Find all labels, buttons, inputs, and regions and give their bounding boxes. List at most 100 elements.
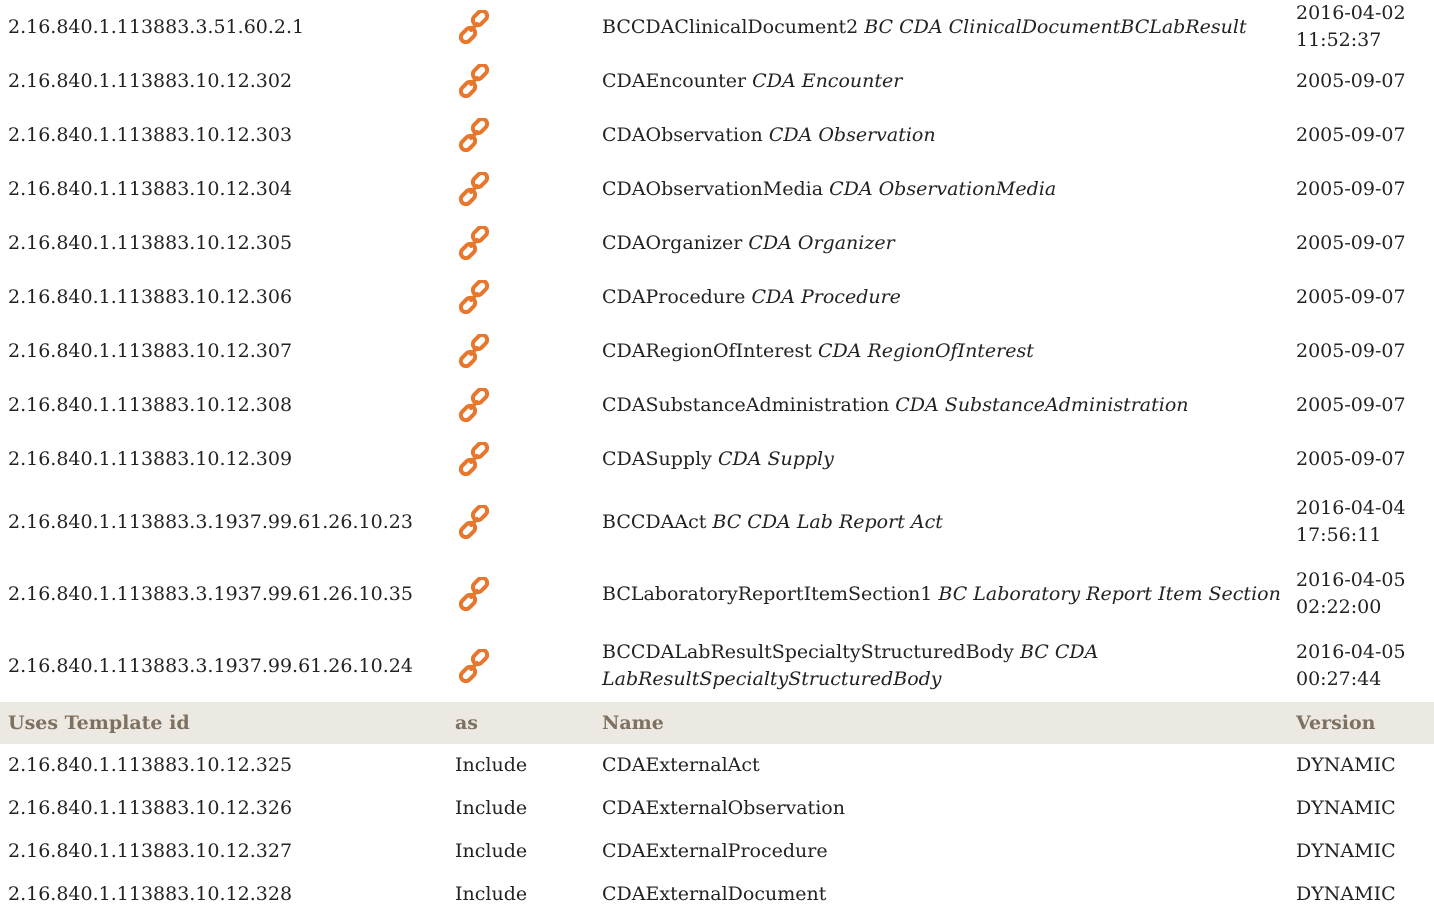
template-description: CDA Supply xyxy=(717,447,834,470)
template-name: BCLaboratoryReportItemSection1 BC Labora… xyxy=(594,558,1288,630)
template-description: BC CDA Lab Report Act xyxy=(712,510,943,533)
uses-version: DYNAMIC xyxy=(1296,840,1396,862)
chain-link-icon[interactable] xyxy=(457,172,491,206)
template-description: BC CDA ClinicalDocumentBCLabResult xyxy=(864,15,1247,38)
template-usage-table: 2.16.840.1.113883.3.51.60.2.1 BCCDAClini… xyxy=(0,0,1434,916)
template-date: 2005-09-07 xyxy=(1288,432,1434,486)
template-description: CDA Procedure xyxy=(751,285,901,308)
template-id: 2.16.840.1.113883.3.1937.99.61.26.10.35 xyxy=(8,582,413,605)
chain-link-icon[interactable] xyxy=(457,334,491,368)
template-effective-time: 00:27:44 xyxy=(1296,668,1382,690)
template-name: BCCDALabResultSpecialtyStructuredBody BC… xyxy=(594,630,1288,702)
template-name-label: BCLaboratoryReportItemSection1 xyxy=(602,582,933,605)
template-name-label: CDAProcedure xyxy=(602,285,746,308)
template-date: 2005-09-07 xyxy=(1288,108,1434,162)
template-id: 2.16.840.1.113883.10.12.303 xyxy=(8,123,293,146)
uses-name: CDAExternalDocument xyxy=(602,883,827,905)
table-row: 2.16.840.1.113883.10.12.306 CDAProcedure… xyxy=(0,270,1434,324)
template-id: 2.16.840.1.113883.10.12.305 xyxy=(8,231,293,254)
table-row: 2.16.840.1.113883.10.12.327 Include CDAE… xyxy=(0,830,1434,873)
chain-link-icon[interactable] xyxy=(457,649,491,683)
template-id: 2.16.840.1.113883.10.12.307 xyxy=(8,339,293,362)
template-description: CDA ObservationMedia xyxy=(829,177,1057,200)
uses-template-id: 2.16.840.1.113883.10.12.326 xyxy=(8,797,293,819)
template-id: 2.16.840.1.113883.10.12.309 xyxy=(8,447,293,470)
template-name: CDAObservationMedia CDA ObservationMedia xyxy=(594,162,1288,216)
template-date: 2005-09-07 xyxy=(1288,54,1434,108)
chain-link-icon[interactable] xyxy=(457,280,491,314)
template-date: 2016-04-05 02:22:00 xyxy=(1288,558,1434,630)
uses-as: Include xyxy=(455,883,528,905)
template-id: 2.16.840.1.113883.3.1937.99.61.26.10.23 xyxy=(8,510,413,533)
chain-link-icon[interactable] xyxy=(457,118,491,152)
chain-link-icon[interactable] xyxy=(457,577,491,611)
template-name-label: BCCDAAct xyxy=(602,510,707,533)
template-name: CDAObservation CDA Observation xyxy=(594,108,1288,162)
template-name: CDARegionOfInterest CDA RegionOfInterest xyxy=(594,324,1288,378)
table-row: 2.16.840.1.113883.3.1937.99.61.26.10.35 … xyxy=(0,558,1434,630)
template-name: CDASubstanceAdministration CDA Substance… xyxy=(594,378,1288,432)
template-name: CDASupply CDA Supply xyxy=(594,432,1288,486)
uses-template-id: 2.16.840.1.113883.10.12.327 xyxy=(8,840,293,862)
template-id: 2.16.840.1.113883.10.12.308 xyxy=(8,393,293,416)
template-effective-date: 2016-04-05 xyxy=(1296,641,1406,663)
template-description: CDA RegionOfInterest xyxy=(817,339,1034,362)
table-row: 2.16.840.1.113883.10.12.326 Include CDAE… xyxy=(0,787,1434,830)
template-effective-date: 2016-04-04 xyxy=(1296,497,1406,519)
template-name-label: BCCDAClinicalDocument2 xyxy=(602,15,859,38)
template-name-label: CDAObservationMedia xyxy=(602,177,824,200)
template-effective-date: 2005-09-07 xyxy=(1296,447,1406,470)
uses-name: CDAExternalObservation xyxy=(602,797,845,819)
table-row: 2.16.840.1.113883.10.12.309 CDASupply CD… xyxy=(0,432,1434,486)
template-description: CDA SubstanceAdministration xyxy=(895,393,1189,416)
uses-as: Include xyxy=(455,840,528,862)
chain-link-icon[interactable] xyxy=(457,442,491,476)
template-date: 2016-04-04 17:56:11 xyxy=(1288,486,1434,558)
chain-link-icon[interactable] xyxy=(457,505,491,539)
template-name: CDAProcedure CDA Procedure xyxy=(594,270,1288,324)
uses-as: Include xyxy=(455,797,528,819)
table-row: 2.16.840.1.113883.10.12.328 Include CDAE… xyxy=(0,873,1434,916)
table-row: 2.16.840.1.113883.10.12.302 CDAEncounter… xyxy=(0,54,1434,108)
uses-version: DYNAMIC xyxy=(1296,883,1396,905)
template-effective-date: 2005-09-07 xyxy=(1296,123,1406,146)
header-name: Name xyxy=(594,702,1288,744)
uses-template-id: 2.16.840.1.113883.10.12.325 xyxy=(8,754,293,776)
uses-name: CDAExternalProcedure xyxy=(602,840,828,862)
table-row: 2.16.840.1.113883.3.51.60.2.1 BCCDAClini… xyxy=(0,0,1434,54)
template-description: BC Laboratory Report Item Section xyxy=(938,582,1281,605)
template-id: 2.16.840.1.113883.10.12.304 xyxy=(8,177,293,200)
chain-link-icon[interactable] xyxy=(457,226,491,260)
table-row: 2.16.840.1.113883.10.12.305 CDAOrganizer… xyxy=(0,216,1434,270)
chain-link-icon[interactable] xyxy=(457,10,491,44)
template-date: 2005-09-07 xyxy=(1288,324,1434,378)
template-date: 2016-04-05 00:27:44 xyxy=(1288,630,1434,702)
template-effective-date: 2005-09-07 xyxy=(1296,231,1406,254)
template-effective-date: 2005-09-07 xyxy=(1296,177,1406,200)
template-effective-time: 17:56:11 xyxy=(1296,524,1382,546)
template-name: BCCDAAct BC CDA Lab Report Act xyxy=(594,486,1288,558)
template-name: BCCDAClinicalDocument2 BC CDA ClinicalDo… xyxy=(594,0,1288,54)
template-name-label: CDASubstanceAdministration xyxy=(602,393,890,416)
table-row: 2.16.840.1.113883.10.12.325 Include CDAE… xyxy=(0,744,1434,787)
chain-link-icon[interactable] xyxy=(457,388,491,422)
uses-version: DYNAMIC xyxy=(1296,797,1396,819)
template-id: 2.16.840.1.113883.10.12.302 xyxy=(8,69,293,92)
table-row: 2.16.840.1.113883.3.1937.99.61.26.10.24 … xyxy=(0,630,1434,702)
template-effective-date: 2005-09-07 xyxy=(1296,339,1406,362)
table-row: 2.16.840.1.113883.10.12.307 CDARegionOfI… xyxy=(0,324,1434,378)
template-name: CDAOrganizer CDA Organizer xyxy=(594,216,1288,270)
template-name-label: CDAOrganizer xyxy=(602,231,743,254)
header-template-id: Uses Template id xyxy=(0,702,447,744)
chain-link-icon[interactable] xyxy=(457,64,491,98)
header-as: as xyxy=(447,702,594,744)
template-date: 2005-09-07 xyxy=(1288,216,1434,270)
template-effective-time: 11:52:37 xyxy=(1296,29,1382,51)
table-row: 2.16.840.1.113883.10.12.303 CDAObservati… xyxy=(0,108,1434,162)
template-effective-date: 2016-04-02 xyxy=(1296,2,1406,24)
table-row: 2.16.840.1.113883.10.12.304 CDAObservati… xyxy=(0,162,1434,216)
table-row: 2.16.840.1.113883.10.12.308 CDASubstance… xyxy=(0,378,1434,432)
template-effective-date: 2005-09-07 xyxy=(1296,393,1406,416)
template-description: CDA Encounter xyxy=(752,69,903,92)
template-date: 2005-09-07 xyxy=(1288,378,1434,432)
